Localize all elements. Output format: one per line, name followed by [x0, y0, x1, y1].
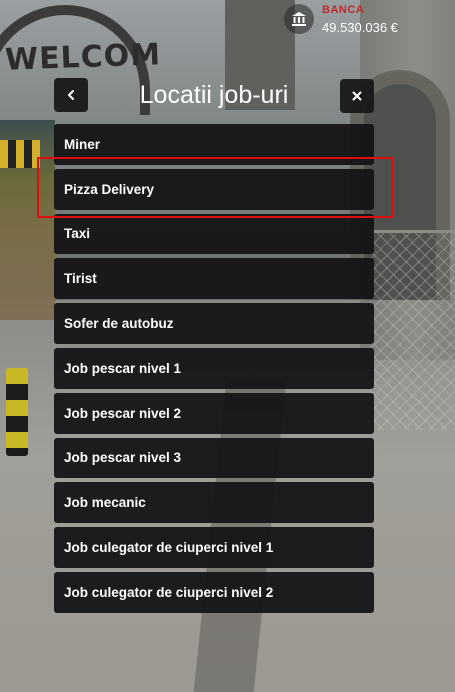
- job-label: Sofer de autobuz: [64, 316, 174, 332]
- job-item-miner[interactable]: Miner: [54, 124, 374, 165]
- bank-label: BANCA: [322, 3, 365, 16]
- job-item-culegator-nivel-1[interactable]: Job culegator de ciuperci nivel 1: [54, 527, 374, 568]
- job-item-sofer-de-autobuz[interactable]: Sofer de autobuz: [54, 303, 374, 344]
- job-label: Job mecanic: [64, 495, 146, 511]
- job-list: Miner Pizza Delivery Taxi Tirist Sofer d…: [54, 124, 374, 613]
- job-item-pizza-delivery[interactable]: Pizza Delivery: [54, 168, 374, 210]
- job-item-pescar-nivel-3[interactable]: Job pescar nivel 3: [54, 437, 374, 479]
- job-item-culegator-nivel-2[interactable]: Job culegator de ciuperci nivel 2: [54, 571, 374, 613]
- background-awning: [0, 140, 40, 168]
- job-label: Job culegator de ciuperci nivel 2: [64, 584, 274, 600]
- page-title: Locatii job-uri: [139, 81, 289, 109]
- welcome-sign-text: WELCOM: [4, 37, 162, 78]
- job-label: Job culegator de ciuperci nivel 1: [64, 540, 274, 556]
- background-fence: [370, 230, 455, 430]
- job-item-taxi[interactable]: Taxi: [54, 213, 374, 255]
- job-item-pescar-nivel-2[interactable]: Job pescar nivel 2: [54, 392, 374, 434]
- job-item-tirist[interactable]: Tirist: [54, 258, 374, 300]
- background-bollard: [6, 368, 28, 456]
- job-label: Job pescar nivel 3: [64, 450, 182, 466]
- job-label: Miner: [64, 136, 101, 152]
- job-label: Job pescar nivel 2: [64, 405, 182, 421]
- job-label: Pizza Delivery: [64, 181, 155, 197]
- job-label: Job pescar nivel 1: [64, 360, 182, 376]
- back-button[interactable]: [54, 78, 88, 112]
- bank-amount: 49.530.036 €: [322, 19, 398, 35]
- job-label: Tirist: [64, 271, 97, 287]
- bank-icon: [284, 4, 314, 34]
- chevron-left-icon: [68, 90, 74, 100]
- job-item-mecanic[interactable]: Job mecanic: [54, 482, 374, 524]
- panel-header: Locatii job-uri: [54, 78, 374, 113]
- close-icon: [352, 91, 362, 101]
- close-button[interactable]: [340, 79, 374, 113]
- job-label: Taxi: [64, 226, 91, 242]
- bank-balance: BANCA 49.530.036 €: [284, 4, 398, 34]
- job-item-pescar-nivel-1[interactable]: Job pescar nivel 1: [54, 347, 374, 389]
